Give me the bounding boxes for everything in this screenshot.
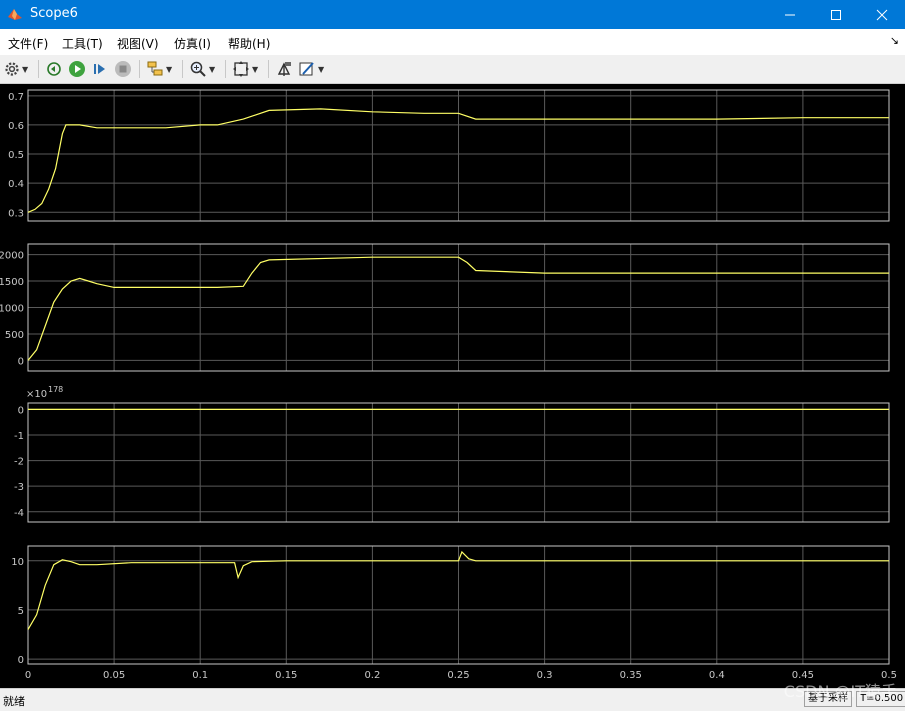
matlab-icon — [8, 9, 22, 20]
maximize-icon — [831, 9, 841, 20]
toolbar: ▼ ▼ ▼ ▼ ▼ — [0, 55, 905, 84]
minimize-icon — [785, 14, 795, 15]
menu-tools[interactable]: 工具(T) — [62, 35, 103, 52]
zoom-button[interactable]: ▼ — [189, 59, 215, 79]
x-tick-label: 0.35 — [620, 670, 642, 681]
write-data-icon — [277, 62, 291, 76]
restore-view-button[interactable] — [45, 59, 63, 79]
minimize-button[interactable] — [767, 0, 813, 29]
x-tick-label: 0.15 — [275, 670, 297, 681]
stop-button[interactable] — [114, 59, 132, 79]
step-forward-button[interactable] — [91, 59, 109, 79]
settings-icon — [5, 62, 19, 76]
x-tick-label: 0.3 — [537, 670, 553, 681]
x-tick-label: 0.2 — [364, 670, 380, 681]
y-tick-label: -4 — [14, 508, 24, 519]
stop-icon — [115, 61, 131, 77]
write-data-button[interactable] — [275, 59, 293, 79]
autoscale-button[interactable]: ▼ — [232, 59, 258, 79]
y-tick-label: 5 — [18, 606, 24, 617]
y-tick-label: -3 — [14, 482, 24, 493]
status-text: 就绪 — [3, 695, 25, 708]
settings-button[interactable]: ▼ — [4, 59, 28, 79]
y-tick-label: 1000 — [0, 304, 24, 315]
menu-file[interactable]: 文件(F) — [8, 35, 48, 52]
zoom-icon — [190, 61, 206, 77]
x-tick-label: 0.4 — [709, 670, 725, 681]
style-icon — [299, 62, 314, 76]
y-tick-label: 0.4 — [8, 179, 24, 190]
watermark: CSDN @IT猿手 — [783, 682, 897, 701]
y-tick-label: 0 — [18, 655, 24, 666]
y-tick-label: 2000 — [0, 251, 24, 262]
close-button[interactable] — [859, 0, 905, 29]
y-tick-label: -1 — [14, 431, 24, 442]
menu-simulation[interactable]: 仿真(I) — [174, 35, 211, 52]
x-tick-label: 0 — [25, 670, 31, 681]
step-forward-icon — [94, 64, 105, 74]
title-bar: Scope6 — [0, 0, 905, 29]
menu-help[interactable]: 帮助(H) — [228, 35, 270, 52]
highlight-block-icon — [147, 61, 163, 76]
autoscale-icon — [233, 61, 249, 77]
y-tick-label: 0.3 — [8, 208, 24, 219]
scope-plot-area: 0.3 0.4 0.5 0.6 0.7 0 500 1000 1500 2000 0 -1 -2 -3 -4… — [0, 84, 905, 688]
y-tick-label: 0 — [18, 405, 24, 416]
y-tick-label: 0.5 — [8, 150, 24, 161]
close-icon — [876, 9, 888, 20]
maximize-button[interactable] — [813, 0, 859, 29]
y-tick-label: 0.6 — [8, 121, 24, 132]
y-tick-label: 10 — [11, 557, 24, 568]
undock-icon[interactable]: ↘ — [890, 34, 899, 47]
status-bar: 就绪 基于采样 T=0.500 — [0, 688, 905, 711]
x-tick-label: 0.05 — [103, 670, 125, 681]
y-tick-label: 0.7 — [8, 92, 24, 103]
run-button[interactable] — [68, 59, 86, 79]
scope-plots[interactable]: 0.30.40.50.60.705001000150020000-1-2-3-4… — [0, 84, 905, 688]
run-icon — [69, 61, 85, 77]
y-tick-label: 1500 — [0, 277, 24, 288]
restore-view-icon — [47, 62, 61, 76]
x-tick-label: 0.25 — [447, 670, 469, 681]
y-tick-label: 500 — [5, 330, 24, 341]
y-tick-label: -2 — [14, 457, 24, 468]
window-title: Scope6 — [30, 6, 78, 21]
exponent-label: ×10 — [26, 389, 47, 400]
highlight-block-button[interactable]: ▼ — [146, 59, 172, 79]
style-button[interactable]: ▼ — [298, 59, 324, 79]
y-tick-label: 0 — [18, 356, 24, 367]
menu-bar: 文件(F) 工具(T) 视图(V) 仿真(I) 帮助(H) ↘ — [0, 29, 905, 55]
menu-view[interactable]: 视图(V) — [117, 35, 159, 52]
x-tick-label: 0.1 — [192, 670, 208, 681]
exponent-value: 178 — [48, 385, 63, 394]
